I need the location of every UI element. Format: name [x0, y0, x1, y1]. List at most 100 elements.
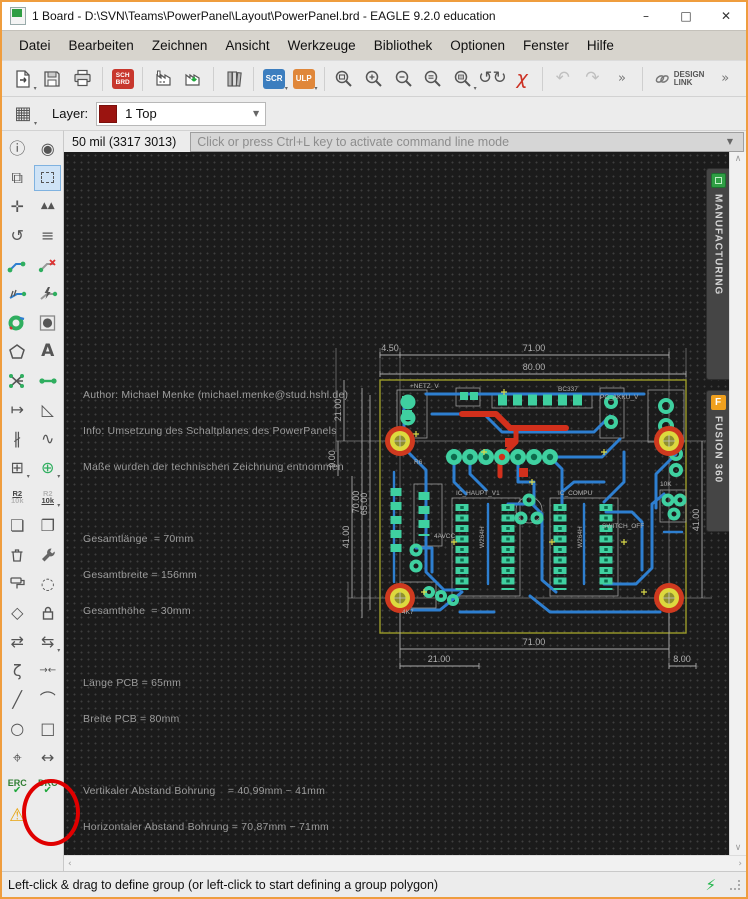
library-button[interactable] [219, 65, 249, 93]
paste-button[interactable]: ❐ [34, 513, 61, 539]
menu-fenster[interactable]: Fenster [514, 34, 578, 57]
meander-button[interactable]: ∿ [34, 426, 61, 452]
errors-button[interactable]: ⚠ [4, 803, 31, 829]
refresh-button[interactable]: ↺↻ [478, 65, 508, 93]
diffpair-button[interactable]: ∦ [4, 426, 31, 452]
zoom-select-button[interactable]: ▾ [448, 65, 478, 93]
new-file-button[interactable]: ▾ [8, 65, 38, 93]
menu-optionen[interactable]: Optionen [441, 34, 514, 57]
replace-button[interactable]: ◌ [34, 571, 61, 597]
scroll-down-icon[interactable]: ∨ [735, 843, 742, 853]
sch-brd-switch-button[interactable]: SCH BRD [108, 65, 138, 93]
zoom-in-button[interactable] [359, 65, 389, 93]
svg-text:9.00: 9.00 [327, 450, 337, 468]
gateswap-button[interactable]: ⇆ ▾ [34, 629, 61, 655]
name-button[interactable]: R2 10k [4, 484, 31, 510]
mirror-button[interactable]: ▲▲ [34, 194, 61, 220]
lock-button[interactable] [34, 600, 61, 626]
grid-button[interactable]: ▦ ▾ [8, 100, 38, 128]
rotate-button[interactable]: ↺ [4, 223, 31, 249]
wire-button[interactable] [34, 368, 61, 394]
zoom-fit-button[interactable] [330, 65, 360, 93]
redo-button[interactable]: ↷ [578, 65, 608, 93]
signal-button[interactable]: ↦ [4, 397, 31, 423]
svg-text:4K7: 4K7 [402, 609, 414, 616]
menu-hilfe[interactable]: Hilfe [578, 34, 623, 57]
split-button[interactable] [4, 281, 31, 307]
print-button[interactable] [67, 65, 97, 93]
menu-werkzeuge[interactable]: Werkzeuge [279, 34, 365, 57]
ratsnest-button[interactable] [4, 368, 31, 394]
scroll-right-icon[interactable]: › [738, 859, 742, 869]
align-button[interactable]: ≡ [34, 223, 61, 249]
svg-text:IC_HAUPT_V1: IC_HAUPT_V1 [456, 490, 500, 497]
erc-button[interactable]: ERC ✔ [4, 774, 31, 800]
zoom-out-button[interactable] [389, 65, 419, 93]
line-button[interactable]: ╱ [4, 687, 31, 713]
smash-button[interactable] [4, 571, 31, 597]
fusion360-tab[interactable]: F FUSION 360 [706, 390, 729, 532]
dimension-button[interactable]: ↔ [34, 745, 61, 771]
text-button[interactable]: A [34, 339, 61, 365]
menu-bearbeiten[interactable]: Bearbeiten [60, 34, 143, 57]
scroll-left-icon[interactable]: ‹ [68, 859, 72, 869]
layer-select[interactable]: 1 Top ▼ [96, 101, 267, 126]
cam-output-button[interactable] [178, 65, 208, 93]
delete-button[interactable] [4, 542, 31, 568]
drc-button[interactable]: DRC ✔ [34, 774, 61, 800]
pinswap-button[interactable]: ⇄ [4, 629, 31, 655]
menu-bibliothek[interactable]: Bibliothek [365, 34, 442, 57]
add-device-button[interactable]: ⊕ ▾ [34, 455, 61, 481]
chain-icon [655, 74, 669, 83]
rect-button[interactable]: □ [34, 716, 61, 742]
zoom-redraw-button[interactable] [418, 65, 448, 93]
manufacturing-tab[interactable]: MANUFACTURING [706, 168, 729, 380]
menu-zeichnen[interactable]: Zeichnen [143, 34, 217, 57]
add-part-button[interactable]: ⊞ ▾ [4, 455, 31, 481]
save-button[interactable] [38, 65, 68, 93]
pad-button[interactable] [34, 310, 61, 336]
route-button[interactable] [4, 252, 31, 278]
circle-button[interactable]: ○ [4, 716, 31, 742]
info-button[interactable]: ⓘ [4, 136, 31, 162]
close-button[interactable]: ✕ [706, 2, 746, 30]
show-button[interactable]: ◉ [34, 136, 61, 162]
design-link-button[interactable]: DESIGN LINK [648, 70, 711, 87]
via-button[interactable] [4, 310, 31, 336]
maximize-button[interactable]: □ [666, 2, 706, 30]
change-wrench-button[interactable] [34, 542, 61, 568]
undo-button[interactable]: ↶ [548, 65, 578, 93]
group-button[interactable] [34, 164, 62, 191]
arc-button[interactable]: ⌒ [34, 687, 61, 713]
unroute-button[interactable] [34, 281, 61, 307]
display-layers-button[interactable]: ⧉ [4, 165, 31, 191]
polygon-button[interactable] [4, 339, 31, 365]
menu-ansicht[interactable]: Ansicht [216, 34, 278, 57]
horizontal-scrollbar[interactable]: ‹ › [64, 855, 746, 871]
design-link-overflow-button[interactable]: » [710, 65, 740, 93]
mark-button[interactable]: ⌖ [4, 745, 31, 771]
menu-datei[interactable]: Datei [10, 34, 60, 57]
stop-button[interactable]: χ [507, 65, 537, 93]
resize-grip[interactable] [730, 879, 740, 890]
pcb-layout-drawing: 4.50 71.00 80.00 71.00 21.00 8.00 21.00 … [327, 343, 712, 669]
scroll-up-icon[interactable]: ∧ [735, 154, 742, 164]
board-canvas[interactable]: Author: Michael Menke (michael.menke@stu… [64, 152, 729, 855]
move-button[interactable]: ✛ [4, 194, 31, 220]
vertical-scrollbar[interactable]: ∧ ∨ [729, 152, 746, 855]
scrollbar-corner-spacer [2, 855, 64, 871]
optimize-button[interactable]: →← [34, 658, 61, 684]
miter-button[interactable]: ◺ [34, 397, 61, 423]
run-ulp-button[interactable]: ULP ▾ [289, 65, 319, 93]
cam-processor-button[interactable] [148, 65, 178, 93]
value-button[interactable]: R2 10k ▾ [34, 484, 61, 510]
run-script-button[interactable]: SCR ▾ [259, 65, 289, 93]
minimize-button[interactable]: – [626, 2, 666, 30]
crimp-button[interactable]: ζ [4, 658, 31, 684]
ripup-button[interactable] [34, 252, 61, 278]
command-line-input[interactable]: Click or press Ctrl+L key to activate co… [190, 131, 744, 152]
attribute-button[interactable]: ◇ [4, 600, 31, 626]
toolbar-overflow-button[interactable]: » [607, 65, 637, 93]
svg-text:4.50: 4.50 [381, 343, 399, 353]
copy-button[interactable]: ❏ [4, 513, 31, 539]
